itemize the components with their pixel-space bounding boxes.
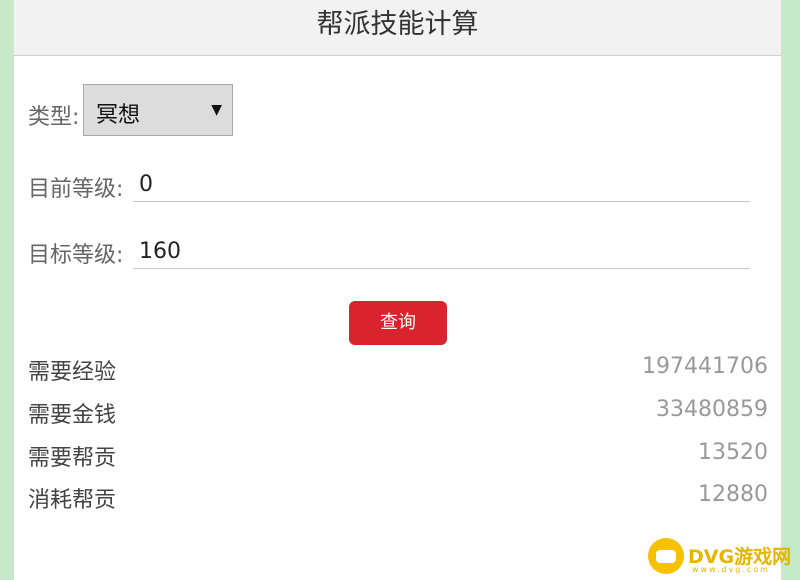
target-level-input[interactable] <box>133 235 750 269</box>
type-select[interactable]: 冥想 ▼ <box>83 84 233 136</box>
result-label: 需要经验 <box>28 360 117 385</box>
result-label: 需要金钱 <box>28 403 117 428</box>
page-title: 帮派技能计算 <box>14 0 781 56</box>
target-level-label: 目标等级: <box>28 243 124 268</box>
result-value: 197441706 <box>642 354 768 379</box>
watermark-logo: DVG游戏网 www.dvg.com <box>648 536 796 576</box>
type-label: 类型: <box>28 105 80 130</box>
result-row: 需要帮贡 13520 <box>28 440 768 474</box>
result-row: 需要经验 197441706 <box>28 354 768 388</box>
current-level-label: 目前等级: <box>28 177 124 202</box>
chevron-down-icon: ▼ <box>211 102 222 118</box>
query-button[interactable]: 查询 <box>349 301 447 345</box>
result-value: 13520 <box>698 440 768 465</box>
result-label: 需要帮贡 <box>28 446 117 471</box>
result-value: 33480859 <box>656 397 768 422</box>
watermark-subtext: www.dvg.com <box>692 565 770 574</box>
result-label: 消耗帮贡 <box>28 488 117 513</box>
result-row: 消耗帮贡 12880 <box>28 482 768 516</box>
current-level-input[interactable] <box>133 168 750 202</box>
gamepad-icon <box>648 538 684 574</box>
calculator-panel: 帮派技能计算 类型: 冥想 ▼ 目前等级: 目标等级: 查询 需要经验 1974… <box>14 0 781 580</box>
result-value: 12880 <box>698 482 768 507</box>
type-selected-value: 冥想 <box>96 103 141 128</box>
result-row: 需要金钱 33480859 <box>28 397 768 431</box>
